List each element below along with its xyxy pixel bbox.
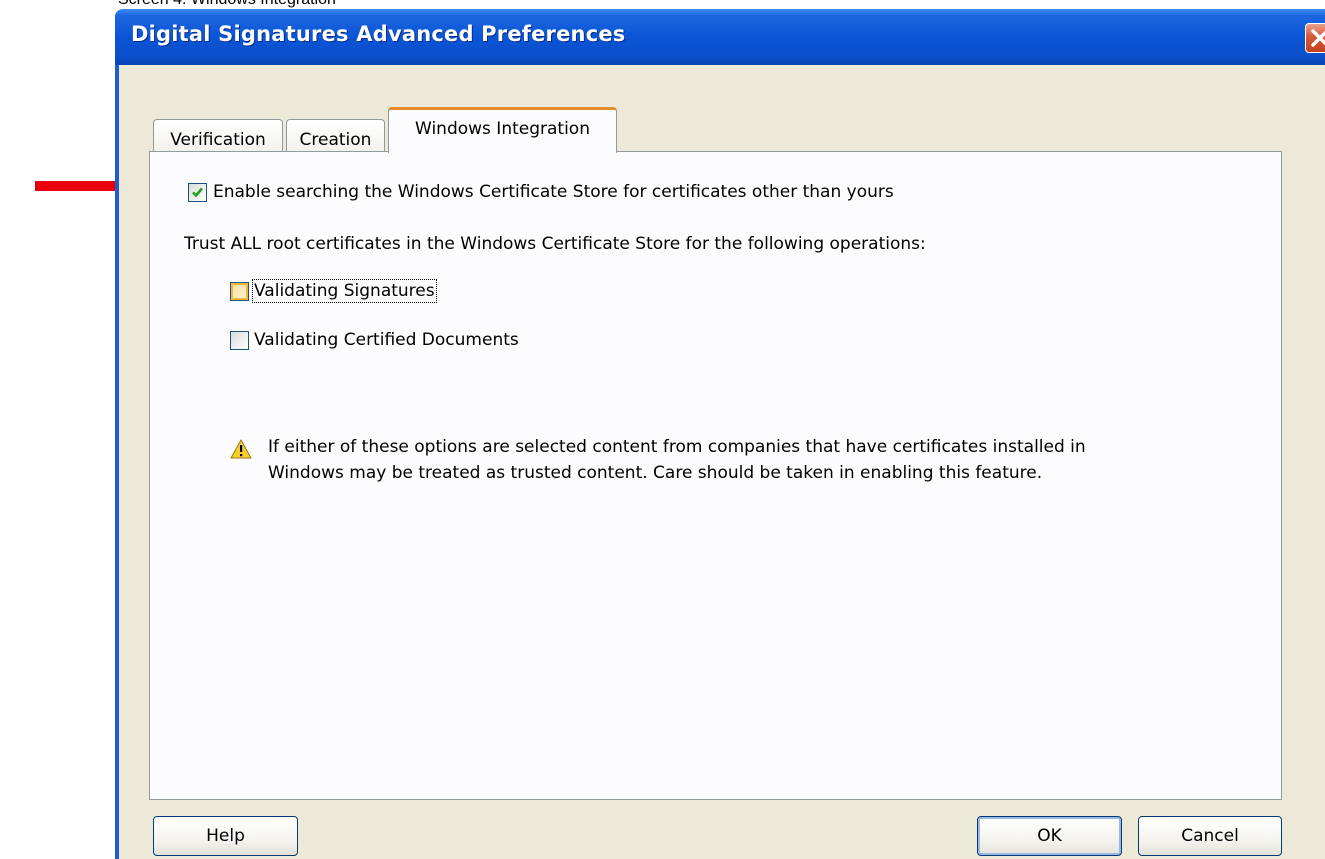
validating-signatures-checkbox[interactable]: [230, 282, 249, 301]
trust-root-heading: Trust ALL root certificates in the Windo…: [184, 234, 926, 254]
validating-signatures-label[interactable]: Validating Signatures: [252, 279, 437, 303]
ok-button[interactable]: OK: [977, 816, 1122, 856]
tab-creation[interactable]: Creation: [286, 119, 385, 155]
windows-integration-panel: Enable searching the Windows Certificate…: [149, 151, 1282, 800]
tab-windows-integration[interactable]: Windows Integration: [388, 107, 617, 153]
warning-message: If either of these options are selected …: [268, 434, 1086, 486]
tab-verification-label: Verification: [170, 130, 266, 150]
preferences-dialog: Digital Signatures Advanced Preferences …: [115, 9, 1325, 859]
tab-windows-integration-label: Windows Integration: [415, 119, 590, 139]
dialog-body: Verification Creation Windows Integratio…: [119, 65, 1325, 859]
close-icon: [1311, 29, 1325, 47]
warning-icon: [230, 439, 252, 459]
cancel-button[interactable]: Cancel: [1138, 816, 1282, 856]
validating-certified-label[interactable]: Validating Certified Documents: [254, 330, 519, 350]
title-bar: Digital Signatures Advanced Preferences: [115, 9, 1325, 65]
tab-verification[interactable]: Verification: [153, 119, 283, 155]
close-button[interactable]: [1305, 23, 1325, 53]
screen-caption: Screen 4: Windows Integration: [118, 0, 336, 9]
enable-search-checkbox[interactable]: [188, 183, 207, 202]
help-button[interactable]: Help: [153, 816, 298, 856]
warning-line-2: Windows may be treated as trusted conten…: [268, 463, 1043, 483]
checkmark-icon: [192, 187, 203, 198]
dialog-title: Digital Signatures Advanced Preferences: [131, 22, 626, 46]
enable-search-label[interactable]: Enable searching the Windows Certificate…: [213, 182, 894, 202]
warning-line-1: If either of these options are selected …: [268, 437, 1086, 457]
validating-certified-checkbox[interactable]: [230, 331, 249, 350]
tab-creation-label: Creation: [299, 130, 372, 150]
